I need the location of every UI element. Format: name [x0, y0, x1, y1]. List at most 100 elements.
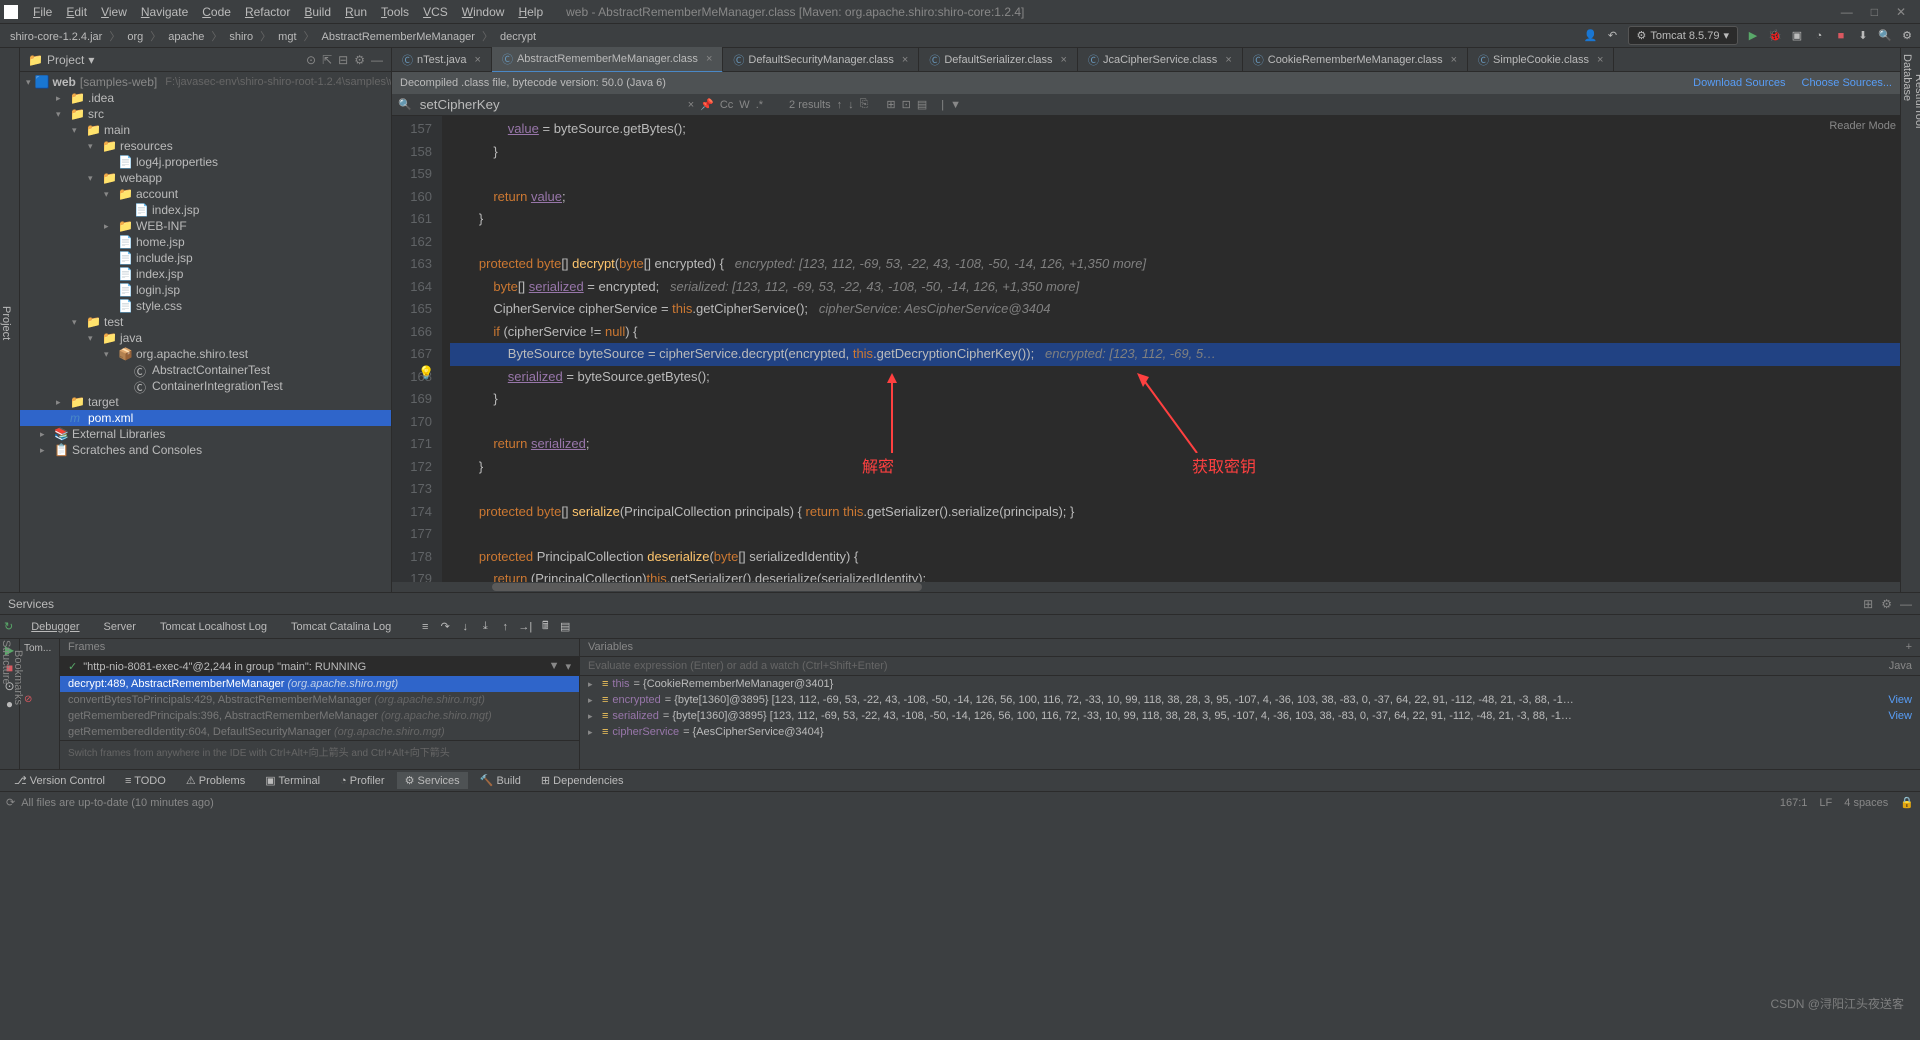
tree-root[interactable]: ▾🟦 web [samples-web] F:\javasec-env\shir…	[20, 74, 391, 90]
editor-tab[interactable]: ⒸAbstractRememberMeManager.class×	[492, 47, 723, 73]
menu-vcs[interactable]: VCS	[416, 3, 455, 21]
profile-button[interactable]: ◔	[1812, 29, 1826, 43]
variable-row[interactable]: ▸≡ this = {CookieRememberMeManager@3401}	[580, 676, 1920, 692]
code-content[interactable]: 💡 value = byteSource.getBytes(); } retur…	[442, 116, 1900, 582]
tree-item[interactable]: ⒸContainerIntegrationTest	[20, 378, 391, 394]
stack-frame[interactable]: convertBytesToPrincipals:429, AbstractRe…	[60, 692, 579, 708]
bottom-tab-profiler[interactable]: ◔ Profiler	[332, 773, 393, 789]
git-button[interactable]: ⬇	[1856, 29, 1870, 43]
bottom-tab-terminal[interactable]: ▣ Terminal	[257, 772, 328, 789]
evaluate-input[interactable]: Evaluate expression (Enter) or add a wat…	[580, 657, 1920, 676]
view-link[interactable]: View	[1888, 710, 1912, 722]
left-tool-strip-bottom[interactable]: Structure Bookmarks	[0, 620, 20, 705]
menu-view[interactable]: View	[94, 3, 134, 21]
tree-item[interactable]: ▾📁test	[20, 314, 391, 330]
trace-icon[interactable]: ▤	[557, 619, 573, 635]
step-over-icon[interactable]: ↷	[437, 619, 453, 635]
select-opened-icon[interactable]: ⊙	[306, 53, 316, 67]
project-tree[interactable]: ▾🟦 web [samples-web] F:\javasec-env\shir…	[20, 72, 391, 592]
run-config-selector[interactable]: ⚙ Tomcat 8.5.79 ▾	[1628, 26, 1739, 45]
stack-frame[interactable]: getRememberedPrincipals:396, AbstractRem…	[60, 708, 579, 724]
force-step-icon[interactable]: ⤓	[477, 619, 493, 635]
stack-frame[interactable]: getRememberedIdentity:604, DefaultSecuri…	[60, 724, 579, 740]
up-icon[interactable]: ↑	[837, 99, 843, 111]
variable-row[interactable]: ▸≡ serialized = {byte[1360]@3895} [123, …	[580, 708, 1920, 724]
tree-item[interactable]: ▾📁webapp	[20, 170, 391, 186]
menu-tools[interactable]: Tools	[374, 3, 416, 21]
tree-item[interactable]: ▾📁java	[20, 330, 391, 346]
variable-row[interactable]: ▸≡ cipherService = {AesCipherService@340…	[580, 724, 1920, 740]
prev-match-icon[interactable]: ×	[688, 99, 694, 111]
close-tab-icon[interactable]: ×	[706, 53, 712, 65]
thread-selector[interactable]: ✓ "http-nio-8081-exec-4"@2,244 in group …	[60, 657, 579, 676]
crumb[interactable]: decrypt	[496, 29, 540, 45]
crumb[interactable]: shiro	[225, 29, 257, 45]
settings-icon[interactable]: ⚙	[1881, 597, 1892, 611]
choose-sources-link[interactable]: Choose Sources...	[1802, 77, 1893, 89]
download-sources-link[interactable]: Download Sources	[1693, 77, 1785, 89]
tree-item[interactable]: ▸📁target	[20, 394, 391, 410]
editor-tab[interactable]: ⒸSimpleCookie.class×	[1468, 48, 1614, 72]
words-icon[interactable]: W	[739, 99, 749, 111]
code-editor[interactable]: 1571581591601611621631641651661671681691…	[392, 116, 1900, 582]
caret-position[interactable]: 167:1	[1780, 797, 1808, 809]
toggle-icon[interactable]: ⊡	[902, 98, 911, 111]
view-link[interactable]: View	[1888, 694, 1912, 706]
dropdown-icon[interactable]: ▾	[565, 660, 571, 673]
tree-item[interactable]: ▾📁src	[20, 106, 391, 122]
crumb[interactable]: org	[123, 29, 147, 45]
editor-tab[interactable]: ⒸDefaultSecurityManager.class×	[723, 48, 919, 72]
back-icon[interactable]: ↶	[1606, 29, 1620, 43]
structure-tool-label[interactable]: Structure	[0, 620, 12, 705]
add-watch-icon[interactable]: +	[1906, 641, 1912, 653]
tree-item[interactable]: ▸📋Scratches and Consoles	[20, 442, 391, 458]
lock-icon[interactable]: 🔒	[1900, 796, 1914, 809]
minimize-icon[interactable]: —	[1841, 5, 1853, 19]
editor-tab[interactable]: ⒸCookieRememberMeManager.class×	[1243, 48, 1468, 72]
variable-row[interactable]: ▸≡ encrypted = {byte[1360]@3895} [123, 1…	[580, 692, 1920, 708]
tree-item[interactable]: ▸📁.idea	[20, 90, 391, 106]
crumb[interactable]: AbstractRememberMeManager	[318, 29, 479, 45]
crumb[interactable]: shiro-core-1.2.4.jar	[6, 29, 106, 45]
evaluate-icon[interactable]: 🖩	[537, 619, 553, 635]
menu-build[interactable]: Build	[297, 3, 338, 21]
pin-icon[interactable]: 📌	[700, 98, 714, 111]
tomcat-node[interactable]: Tom...	[24, 643, 55, 654]
bottom-tab-build[interactable]: 🔨 Build	[472, 772, 529, 789]
tree-item[interactable]: 📄log4j.properties	[20, 154, 391, 170]
horizontal-scrollbar[interactable]	[392, 582, 1900, 592]
filter-icon[interactable]: ▼	[549, 660, 560, 673]
regex-icon[interactable]: .*	[756, 99, 763, 111]
tree-item[interactable]: ▸📚External Libraries	[20, 426, 391, 442]
bottom-tab-dependencies[interactable]: ⊞ Dependencies	[533, 772, 632, 789]
user-icon[interactable]: 👤	[1584, 29, 1598, 43]
expand-all-icon[interactable]: ⇱	[322, 53, 332, 67]
vars-lang-label[interactable]: Java	[1889, 660, 1912, 672]
tree-item[interactable]: 📄index.jsp	[20, 266, 391, 282]
sync-icon[interactable]: ⟳	[6, 796, 15, 809]
tree-item[interactable]: mpom.xml	[20, 410, 391, 426]
menu-edit[interactable]: Edit	[59, 3, 94, 21]
tree-item[interactable]: ▸📁WEB-INF	[20, 218, 391, 234]
bottom-tab-version-control[interactable]: ⎇ Version Control	[6, 772, 113, 789]
coverage-button[interactable]: ▣	[1790, 29, 1804, 43]
layout-icon[interactable]: ⊞	[1863, 597, 1873, 611]
menu-window[interactable]: Window	[455, 3, 512, 21]
bookmarks-tool-label[interactable]: Bookmarks	[12, 650, 24, 705]
filter-icon[interactable]: ▤	[917, 98, 927, 111]
line-sep-label[interactable]: LF	[1819, 797, 1832, 809]
tree-item[interactable]: 📄login.jsp	[20, 282, 391, 298]
stop-button[interactable]: ■	[1834, 29, 1848, 43]
close-tab-icon[interactable]: ×	[902, 54, 908, 66]
step-into-icon[interactable]: ↓	[457, 619, 473, 635]
select-all-icon[interactable]: ⎘	[860, 98, 869, 111]
funnel-icon[interactable]: ▼	[950, 99, 961, 111]
crumb[interactable]: mgt	[274, 29, 300, 45]
bottom-tab-problems[interactable]: ⚠ Problems	[178, 772, 253, 789]
match-case-icon[interactable]: Cc	[720, 99, 733, 111]
run-to-cursor-icon[interactable]: →|	[517, 619, 533, 635]
stack-frame[interactable]: decrypt:489, AbstractRememberMeManager (…	[60, 676, 579, 692]
project-tool-label[interactable]: Project	[0, 306, 12, 340]
left-tool-strip[interactable]: Project	[0, 48, 20, 592]
tree-item[interactable]: 📄index.jsp	[20, 202, 391, 218]
